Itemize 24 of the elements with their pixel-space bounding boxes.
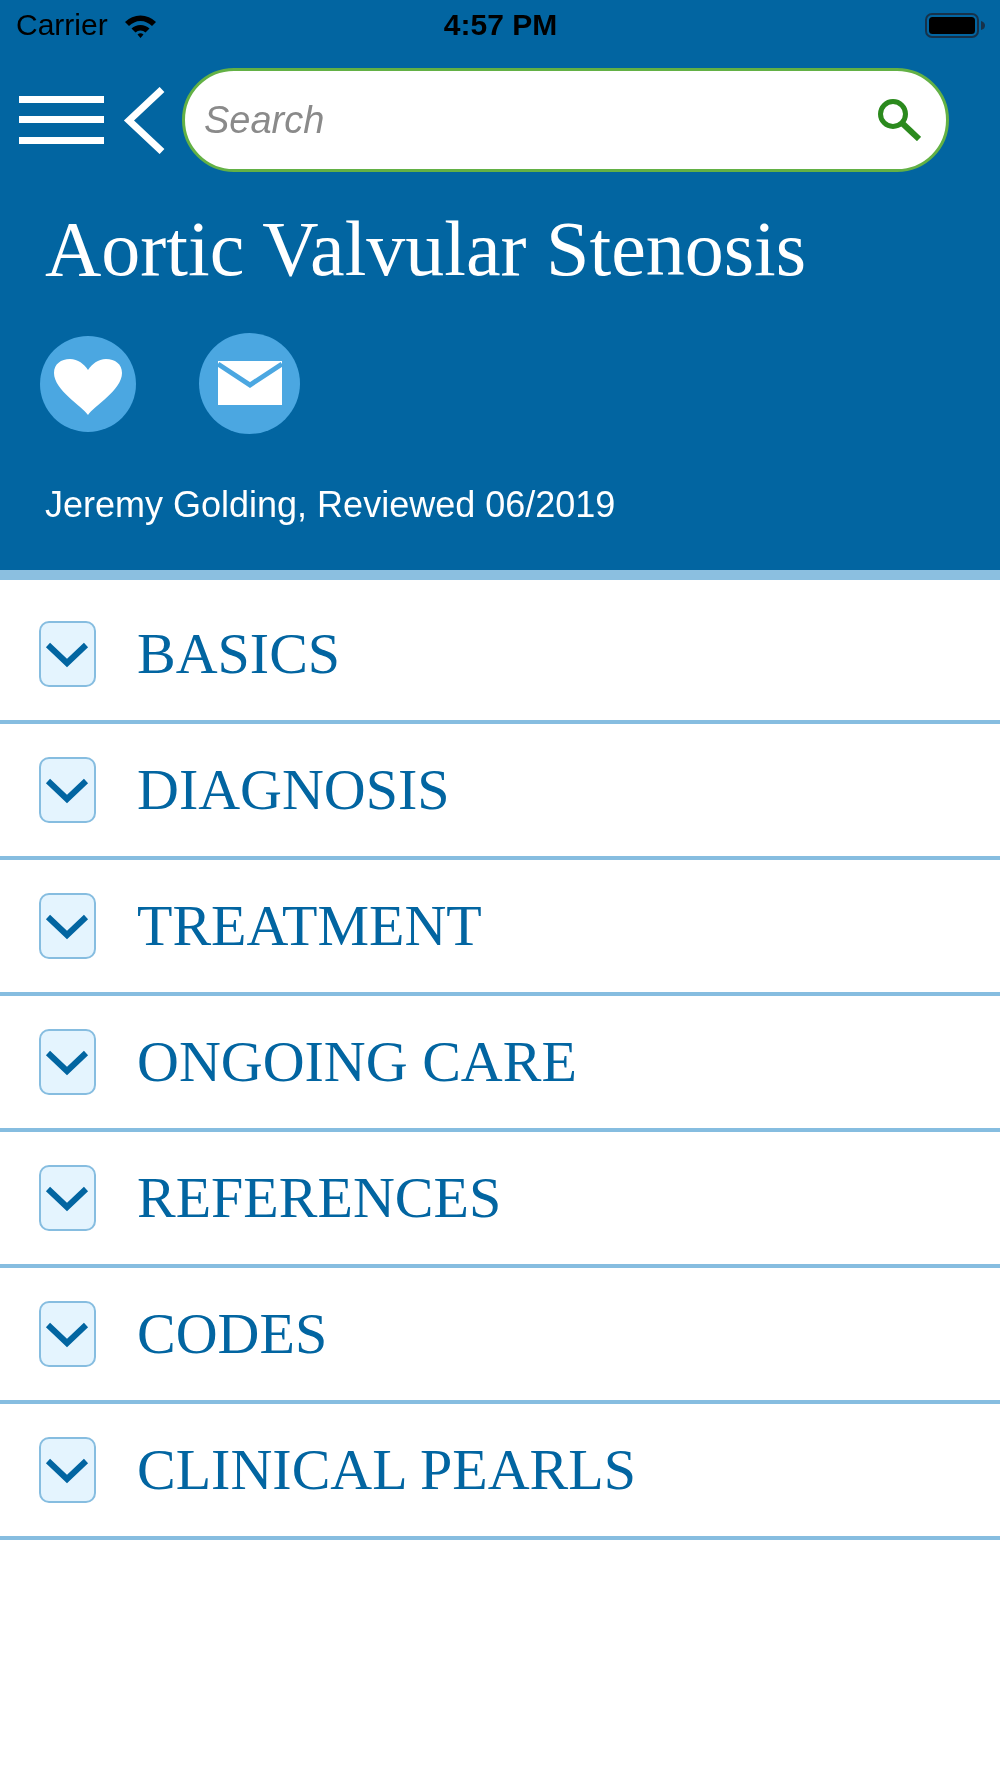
chevron-down-icon[interactable]	[39, 1165, 96, 1231]
status-time: 4:57 PM	[443, 10, 558, 40]
chevron-down-icon[interactable]	[39, 1437, 96, 1503]
article-title: Aortic Valvular Stenosis	[45, 210, 807, 288]
chevron-down-icon[interactable]	[39, 1301, 96, 1367]
envelope-icon[interactable]	[199, 333, 300, 434]
carrier-name: Carrier	[16, 10, 108, 40]
author-review-date: Jeremy Golding, Reviewed 06/2019	[45, 487, 616, 523]
section-title[interactable]: TREATMENT	[137, 897, 482, 955]
search-field[interactable]: Search	[182, 68, 949, 172]
section-title[interactable]: ONGOING CARE	[137, 1033, 577, 1091]
chevron-down-icon[interactable]	[39, 621, 96, 687]
section-title[interactable]: DIAGNOSIS	[137, 761, 450, 819]
section-title[interactable]: BASICS	[137, 625, 341, 683]
section-title[interactable]: CLINICAL PEARLS	[137, 1441, 636, 1499]
section-title[interactable]: REFERENCES	[137, 1169, 502, 1227]
menu-icon[interactable]	[19, 96, 104, 144]
search-icon[interactable]	[877, 98, 921, 141]
chevron-down-icon[interactable]	[39, 1029, 96, 1095]
chevron-down-icon[interactable]	[39, 893, 96, 959]
chevron-down-icon[interactable]	[39, 757, 96, 823]
section-title[interactable]: CODES	[137, 1305, 328, 1363]
back-icon[interactable]	[123, 86, 165, 154]
battery-icon	[925, 12, 985, 38]
